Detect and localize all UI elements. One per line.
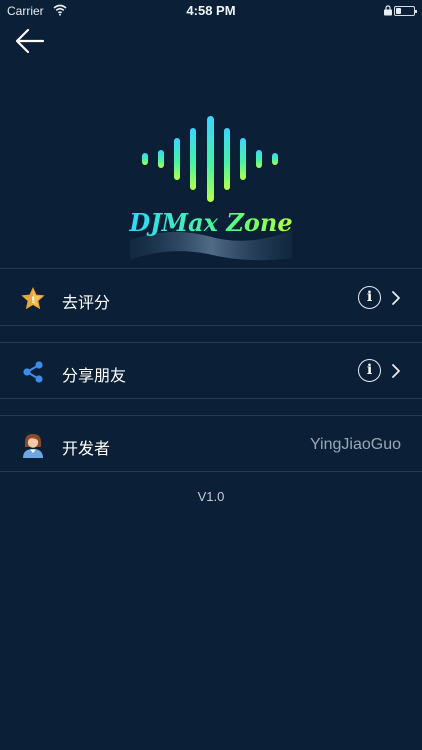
version-label: V1.0 bbox=[197, 489, 225, 504]
info-glyph: i bbox=[366, 289, 373, 305]
svg-text:!: ! bbox=[31, 296, 35, 306]
info-icon[interactable]: i bbox=[358, 359, 381, 382]
app-logo: DJMax Zone bbox=[128, 108, 294, 266]
star-badge-icon: ! bbox=[21, 287, 45, 310]
logo-wordmark: DJMax Zone bbox=[129, 208, 293, 237]
battery-icon bbox=[394, 6, 417, 16]
settings-screen: Carrier 4:58 PM DJMax Zone ! 去评分 i 分享朋友 … bbox=[0, 0, 422, 750]
developer-name: YingJiaoGuo bbox=[309, 436, 401, 453]
info-glyph: i bbox=[366, 362, 373, 378]
chevron-right-icon bbox=[392, 364, 400, 378]
share-icon bbox=[23, 361, 43, 383]
share-friends-row[interactable]: 分享朋友 i bbox=[0, 343, 422, 399]
share-friends-label: 分享朋友 bbox=[62, 368, 127, 385]
developer-avatar-icon bbox=[23, 434, 43, 458]
info-icon[interactable]: i bbox=[358, 286, 381, 309]
rate-app-row[interactable]: ! 去评分 i bbox=[0, 270, 422, 326]
divider bbox=[0, 268, 422, 269]
status-bar: Carrier 4:58 PM bbox=[0, 0, 422, 22]
soundwave-icon bbox=[130, 116, 292, 261]
clock: 4:58 PM bbox=[186, 3, 236, 18]
rate-app-label: 去评分 bbox=[62, 295, 111, 312]
chevron-right-icon bbox=[392, 291, 400, 305]
developer-row[interactable]: 开发者 YingJiaoGuo bbox=[0, 416, 422, 472]
rotation-lock-icon bbox=[384, 5, 392, 16]
divider bbox=[0, 398, 422, 399]
divider bbox=[0, 325, 422, 326]
developer-label: 开发者 bbox=[62, 441, 111, 458]
back-arrow-button[interactable] bbox=[12, 25, 48, 57]
divider bbox=[0, 471, 422, 472]
